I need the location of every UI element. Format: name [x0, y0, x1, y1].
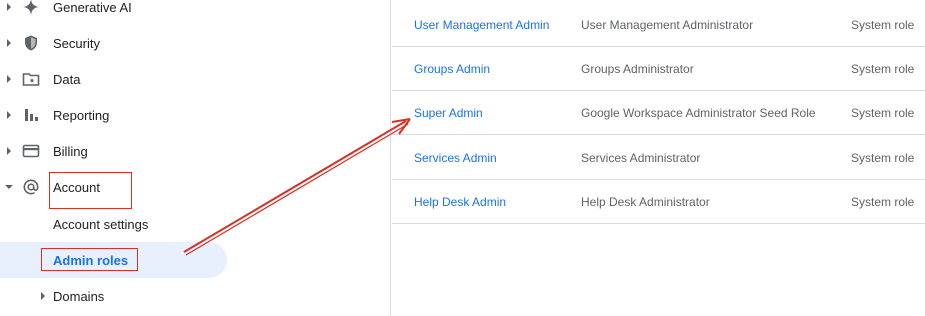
sidebar-item-label: Generative AI	[53, 0, 132, 15]
sidebar-item-data[interactable]: Data	[0, 61, 391, 97]
sparkle-icon	[21, 0, 41, 17]
role-description: Google Workspace Administrator Seed Role	[581, 106, 816, 120]
at-sign-icon	[21, 177, 41, 197]
role-description: Services Administrator	[581, 151, 701, 165]
expand-caret-icon[interactable]	[4, 97, 14, 133]
expand-caret-icon[interactable]	[4, 133, 14, 169]
folder-star-icon	[21, 69, 41, 89]
role-description: Help Desk Administrator	[581, 195, 710, 209]
sidebar-subitem-label: Domains	[53, 288, 105, 304]
sidebar-item-security[interactable]: Security	[0, 25, 391, 61]
collapse-caret-icon[interactable]	[4, 169, 14, 205]
sidebar-subitem-domains[interactable]: Domains	[0, 278, 391, 314]
sidebar-nav: Generative AI Security Data Reporting Bi…	[0, 0, 391, 316]
sidebar-subitem-account-settings[interactable]: Account settings	[0, 206, 391, 242]
table-row[interactable]: Groups Admin Groups Administrator System…	[392, 47, 925, 91]
admin-roles-table: User Management Admin User Management Ad…	[392, 0, 925, 316]
role-name-link[interactable]: User Management Admin	[414, 3, 549, 47]
role-type: System role	[851, 62, 915, 76]
expand-caret-icon[interactable]	[4, 61, 14, 97]
expand-caret-icon[interactable]	[4, 0, 14, 25]
annotation-box-account	[49, 172, 132, 209]
credit-card-icon	[21, 141, 41, 161]
sidebar-item-label: Data	[53, 71, 81, 87]
role-name-link[interactable]: Groups Admin	[414, 47, 490, 91]
table-row[interactable]: Help Desk Admin Help Desk Administrator …	[392, 180, 925, 224]
sidebar-item-reporting[interactable]: Reporting	[0, 97, 391, 133]
role-name-link[interactable]: Help Desk Admin	[414, 180, 506, 224]
table-row[interactable]: User Management Admin User Management Ad…	[392, 3, 925, 47]
sidebar-subitem-label: Account settings	[53, 216, 149, 232]
expand-caret-icon[interactable]	[38, 278, 48, 314]
sidebar-item-label: Billing	[53, 143, 88, 159]
sidebar-item-label: Reporting	[53, 107, 110, 123]
annotation-box-admin-roles	[41, 248, 138, 271]
role-type: System role	[851, 106, 915, 120]
role-type: System role	[851, 195, 915, 209]
role-type: System role	[851, 18, 915, 32]
sidebar-item-label: Security	[53, 35, 100, 51]
bar-chart-icon	[21, 105, 41, 125]
shield-icon	[21, 33, 41, 53]
sidebar-item-generative-ai[interactable]: Generative AI	[0, 0, 391, 25]
role-name-link[interactable]: Services Admin	[414, 136, 497, 180]
role-description: Groups Administrator	[581, 62, 694, 76]
table-row[interactable]: Super Admin Google Workspace Administrat…	[392, 91, 925, 135]
role-type: System role	[851, 151, 915, 165]
expand-caret-icon[interactable]	[4, 25, 14, 61]
role-name-link[interactable]: Super Admin	[414, 91, 483, 135]
table-row[interactable]: Services Admin Services Administrator Sy…	[392, 136, 925, 180]
role-description: User Management Administrator	[581, 18, 754, 32]
sidebar-item-billing[interactable]: Billing	[0, 133, 391, 169]
